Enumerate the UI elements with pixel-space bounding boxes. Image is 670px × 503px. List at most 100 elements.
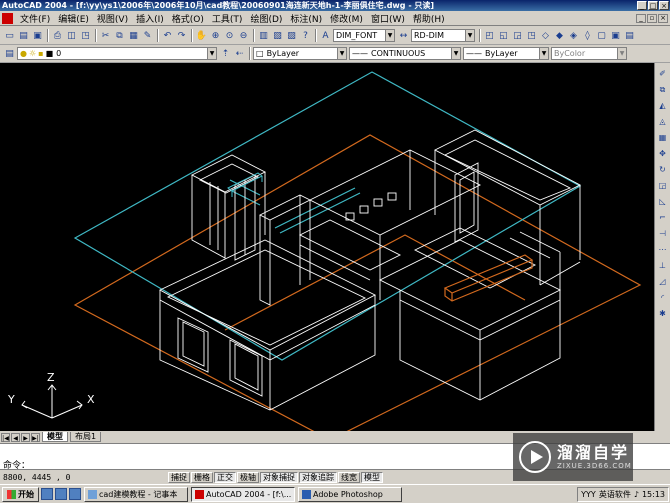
menu-window[interactable]: 窗口(W) <box>367 12 409 25</box>
redo-icon[interactable]: ↷ <box>175 29 188 42</box>
lineweight-toggle[interactable]: 线宽 <box>338 471 360 483</box>
menu-format[interactable]: 格式(O) <box>168 12 208 25</box>
color-select[interactable]: □ ByLayer ▼ <box>253 47 347 60</box>
make-object-layer-current-icon[interactable]: ⇡ <box>219 47 232 60</box>
chamfer-icon[interactable]: ◿ <box>656 275 669 288</box>
paste-icon[interactable]: ▦ <box>127 29 140 42</box>
menu-draw[interactable]: 绘图(D) <box>246 12 286 25</box>
doc-minimize-button[interactable]: _ <box>636 13 646 23</box>
fillet-icon[interactable]: ◜ <box>656 291 669 304</box>
view-iso-nw-icon[interactable]: ◊ <box>581 29 594 42</box>
menu-tools[interactable]: 工具(T) <box>208 12 247 25</box>
design-center-icon[interactable]: ▧ <box>271 29 284 42</box>
prev-tab-icon[interactable]: ◀ <box>11 432 20 442</box>
zoom-previous-icon[interactable]: ⊖ <box>237 29 250 42</box>
new-file-icon[interactable]: ▭ <box>3 29 16 42</box>
next-tab-icon[interactable]: ▶ <box>21 432 30 442</box>
lineweight-select[interactable]: —— ByLayer ▼ <box>463 47 549 60</box>
view-right-icon[interactable]: ◳ <box>525 29 538 42</box>
quick-launch-media-icon[interactable] <box>69 488 81 500</box>
last-tab-icon[interactable]: ▶| <box>31 432 40 442</box>
quick-launch-desktop-icon[interactable] <box>55 488 67 500</box>
copy-icon[interactable]: ⧉ <box>113 29 126 42</box>
break-icon[interactable]: ⋯ <box>656 243 669 256</box>
first-tab-icon[interactable]: |◀ <box>1 432 10 442</box>
dim-style-select[interactable]: RD-DIM ▼ <box>411 29 475 42</box>
tray-user[interactable]: YYY <box>581 490 596 499</box>
linetype-select[interactable]: —— CONTINUOUS ▼ <box>349 47 461 60</box>
layer-previous-icon[interactable]: ⇠ <box>233 47 246 60</box>
view-iso-ne-icon[interactable]: ◈ <box>567 29 580 42</box>
doc-close-button[interactable]: × <box>658 13 668 23</box>
join-icon[interactable]: ⊥ <box>656 259 669 272</box>
offset-icon[interactable]: ◬ <box>656 115 669 128</box>
trim-icon[interactable]: ⌐ <box>656 211 669 224</box>
match-properties-icon[interactable]: ✎ <box>141 29 154 42</box>
explode-icon[interactable]: ✱ <box>656 307 669 320</box>
view-left-icon[interactable]: ◲ <box>511 29 524 42</box>
autocad-logo-icon[interactable] <box>2 12 13 24</box>
close-button[interactable]: × <box>659 1 669 10</box>
maximize-button[interactable]: □ <box>648 1 658 10</box>
drawing-area[interactable]: Z Y X <box>0 63 654 431</box>
undo-icon[interactable]: ↶ <box>161 29 174 42</box>
text-style-icon[interactable]: A <box>319 29 332 42</box>
mirror-icon[interactable]: ◭ <box>656 99 669 112</box>
task-notepad[interactable]: cad建模教程 - 记事本 <box>84 486 188 502</box>
menu-dimension[interactable]: 标注(N) <box>286 12 326 25</box>
stretch-icon[interactable]: ◺ <box>656 195 669 208</box>
menu-modify[interactable]: 修改(M) <box>326 12 367 25</box>
dimension-style-icon[interactable]: ↔ <box>397 29 410 42</box>
task-autocad[interactable]: AutoCAD 2004 - [f:\... <box>191 486 295 502</box>
doc-restore-button[interactable]: ▫ <box>647 13 657 23</box>
otrack-toggle[interactable]: 对象追踪 <box>299 471 337 483</box>
scale-icon[interactable]: ◲ <box>656 179 669 192</box>
plot-preview-icon[interactable]: ◫ <box>65 29 78 42</box>
array-icon[interactable]: ▦ <box>656 131 669 144</box>
named-views-icon[interactable]: ▤ <box>623 29 636 42</box>
model-toggle[interactable]: 模型 <box>361 471 383 483</box>
view-iso-se-icon[interactable]: ◆ <box>553 29 566 42</box>
help-icon[interactable]: ? <box>299 29 312 42</box>
view-bottom-icon[interactable]: ▢ <box>595 29 608 42</box>
menu-file[interactable]: 文件(F) <box>16 12 54 25</box>
zoom-window-icon[interactable]: ⊙ <box>223 29 236 42</box>
menu-insert[interactable]: 插入(I) <box>132 12 168 25</box>
volume-icon[interactable]: ♪ <box>634 490 639 499</box>
menu-view[interactable]: 视图(V) <box>93 12 132 25</box>
move-icon[interactable]: ✥ <box>656 147 669 160</box>
print-icon[interactable]: ⎙ <box>51 29 64 42</box>
start-button[interactable]: 开始 <box>2 486 39 502</box>
text-style-select[interactable]: DIM_FONT ▼ <box>333 29 395 42</box>
open-file-icon[interactable]: ▤ <box>17 29 30 42</box>
tab-layout1[interactable]: 布局1 <box>70 432 102 442</box>
view-front-icon[interactable]: ◱ <box>497 29 510 42</box>
zoom-realtime-icon[interactable]: ⊕ <box>209 29 222 42</box>
copy-object-icon[interactable]: ⧉ <box>656 83 669 96</box>
menu-edit[interactable]: 编辑(E) <box>54 12 93 25</box>
osnap-toggle[interactable]: 对象捕捉 <box>260 471 298 483</box>
publish-icon[interactable]: ◳ <box>79 29 92 42</box>
polar-toggle[interactable]: 极轴 <box>237 471 259 483</box>
save-icon[interactable]: ▣ <box>31 29 44 42</box>
plotstyle-select[interactable]: ByColor ▼ <box>551 47 627 60</box>
pan-icon[interactable]: ✋ <box>195 29 208 42</box>
erase-icon[interactable]: ✐ <box>656 67 669 80</box>
task-photoshop[interactable]: Adobe Photoshop <box>298 486 402 502</box>
minimize-button[interactable]: _ <box>637 1 647 10</box>
layer-select[interactable]: ● ☼ ▪ ■ 0 ▼ <box>17 47 217 60</box>
view-iso-sw-icon[interactable]: ◇ <box>539 29 552 42</box>
cut-icon[interactable]: ✂ <box>99 29 112 42</box>
tray-ime[interactable]: 英语软件 <box>599 489 631 500</box>
tool-palettes-icon[interactable]: ▨ <box>285 29 298 42</box>
ortho-toggle[interactable]: 正交 <box>214 471 236 483</box>
menu-help[interactable]: 帮助(H) <box>409 12 449 25</box>
properties-icon[interactable]: ▥ <box>257 29 270 42</box>
tab-model[interactable]: 模型 <box>42 432 68 442</box>
rotate-icon[interactable]: ↻ <box>656 163 669 176</box>
view-top-icon[interactable]: ◰ <box>483 29 496 42</box>
quick-launch-ie-icon[interactable] <box>41 488 53 500</box>
grid-toggle[interactable]: 栅格 <box>191 471 213 483</box>
snap-toggle[interactable]: 捕捉 <box>168 471 190 483</box>
extend-icon[interactable]: ⊣ <box>656 227 669 240</box>
